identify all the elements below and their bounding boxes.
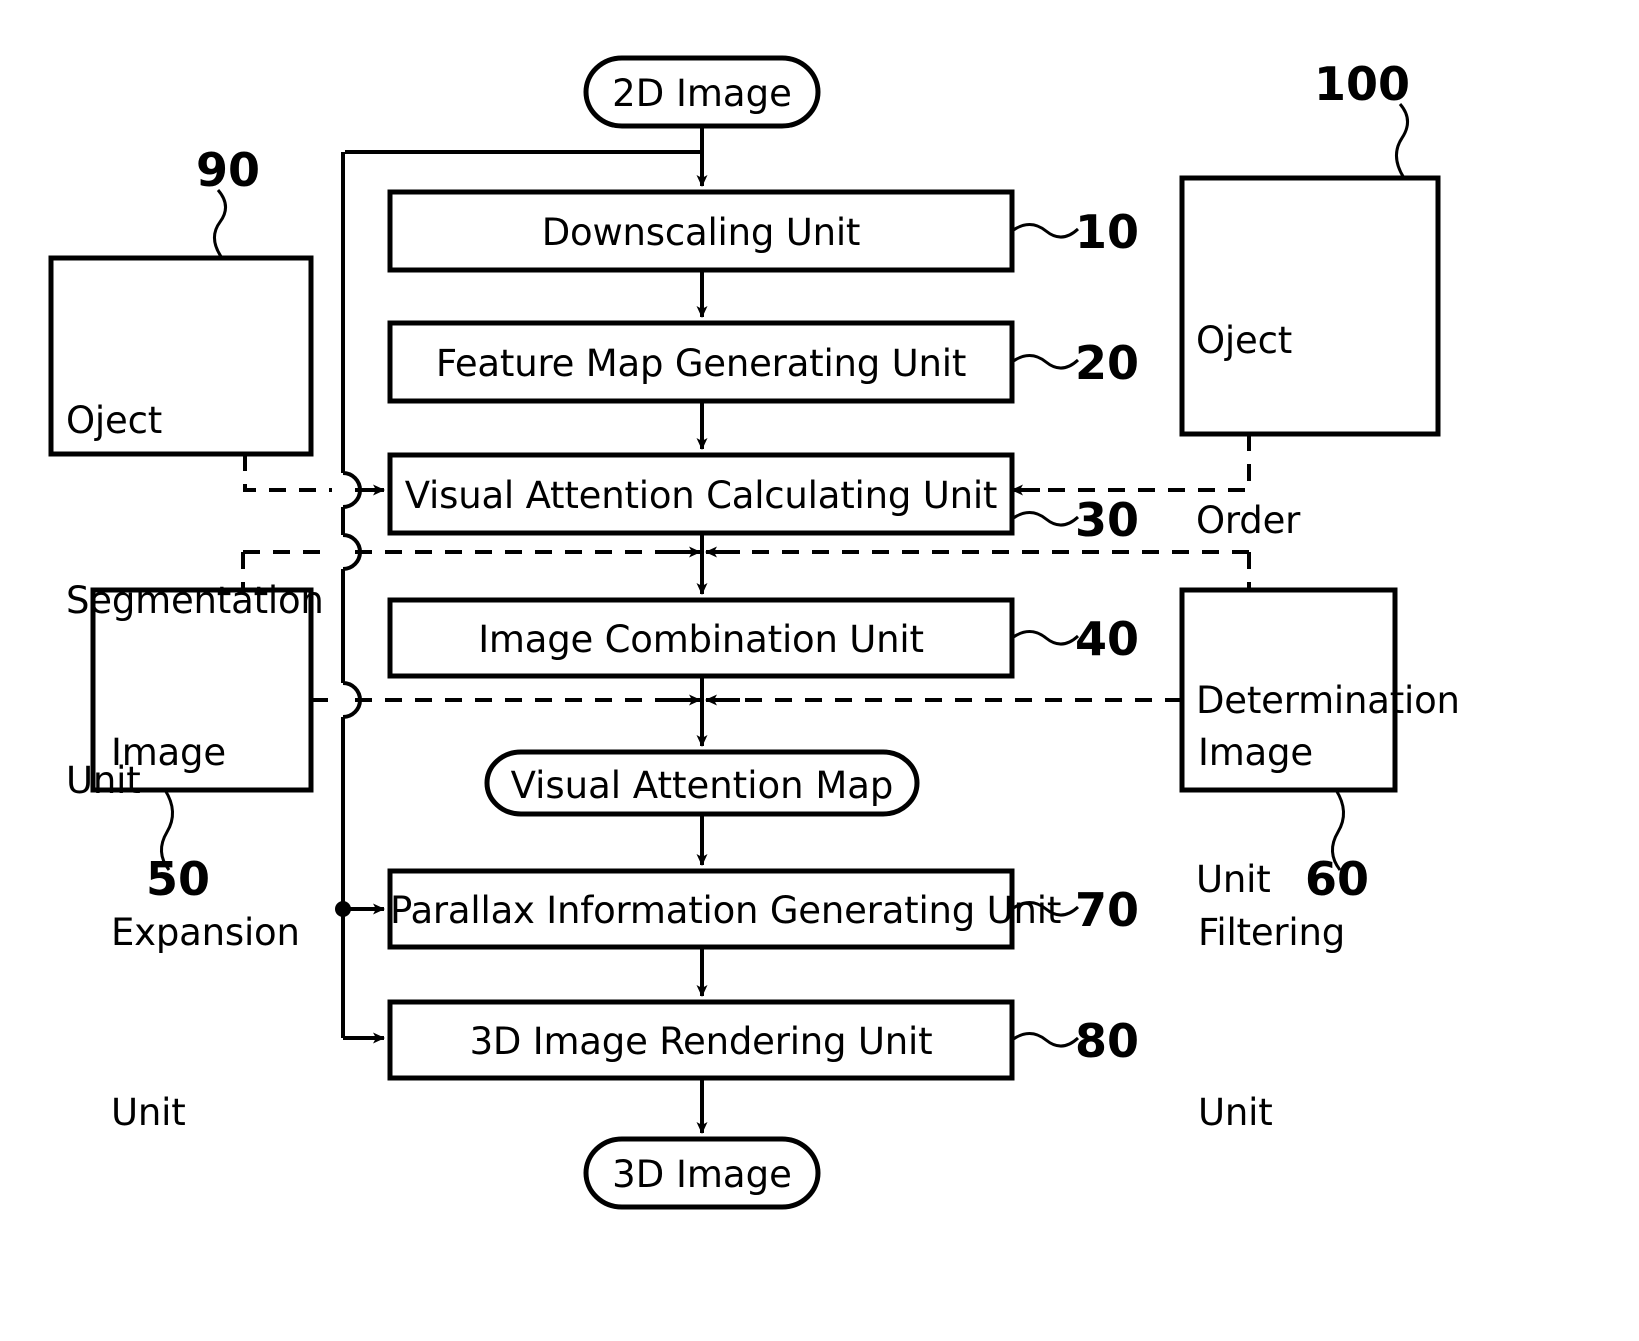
box-visual-attention-calculating-unit [387,452,1015,536]
leader-ref-20 [1011,354,1080,370]
leader-ref-80 [1011,1032,1080,1048]
terminal-2d-image-shape [583,55,821,129]
box-image-expansion-unit [90,587,314,793]
diagram-canvas [48,55,1441,1210]
leader-ref-10 [1011,223,1080,239]
patent-figure: 2D Image Visual Attention Map 3D Image D… [0,0,1639,1341]
box-feature-map-generating-unit [387,320,1015,404]
terminal-visual-attention-map-shape [484,749,920,817]
box-3d-image-rendering-unit [387,999,1015,1081]
dashed-orderdetermination-to-visualattention [1032,434,1251,492]
bus-junction-dot [335,901,351,917]
leader-ref-100 [1395,103,1409,179]
leader-ref-60 [1331,789,1345,871]
box-image-filtering-unit [1179,587,1398,793]
leader-ref-30 [1011,511,1080,527]
leader-ref-90 [213,189,227,259]
leader-ref-70 [1011,901,1080,917]
box-parallax-information-generating-unit [387,868,1015,950]
leader-ref-50 [160,789,174,871]
box-image-combination-unit [387,597,1015,679]
box-downscaling-unit [387,189,1015,273]
box-oject-order-determination-unit [1179,175,1441,437]
terminal-3d-image-shape [583,1136,821,1210]
leader-ref-40 [1011,630,1080,646]
dashed-segmentation-to-visualattention [243,454,332,492]
box-oject-segmentation-unit [48,255,314,457]
